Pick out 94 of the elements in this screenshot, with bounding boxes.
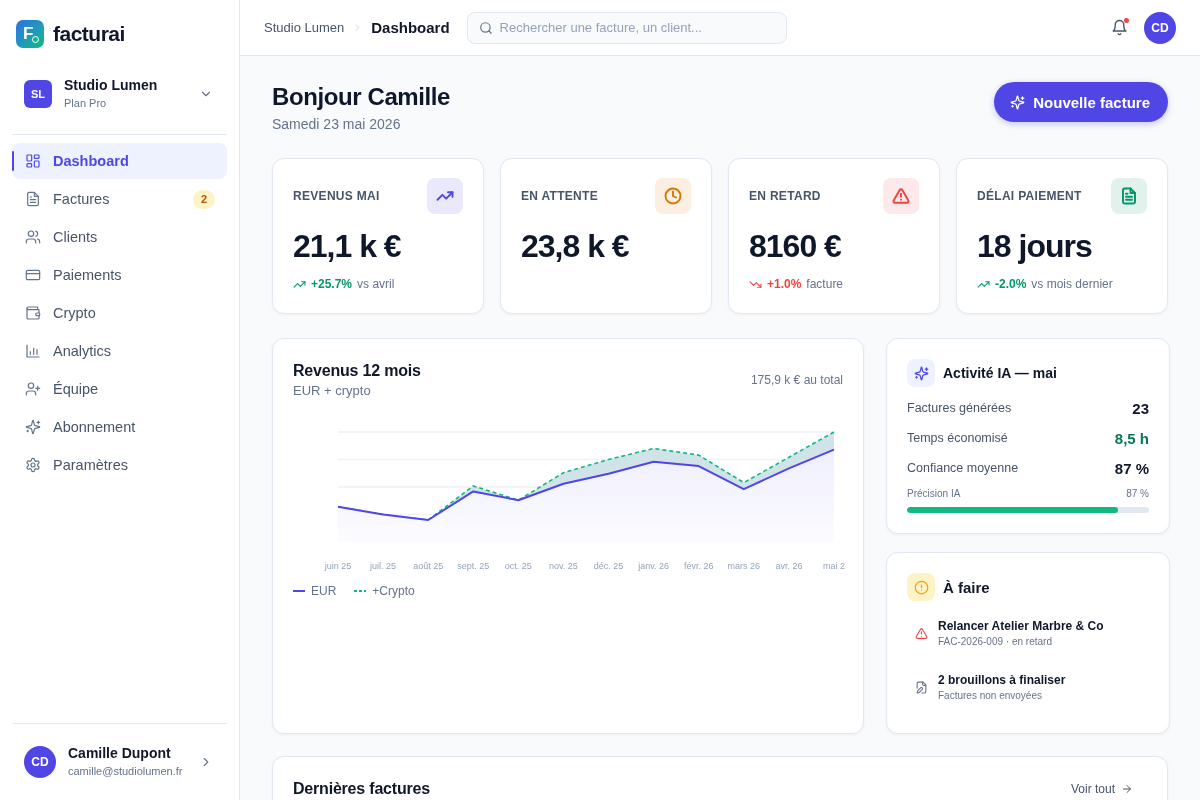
nav-item[interactable]: Factures 2 <box>12 181 227 217</box>
sparkles-icon <box>907 359 935 387</box>
trend-up-icon <box>427 178 463 214</box>
progress-reading: 87 % <box>1126 488 1149 500</box>
axis-label: mars 26 <box>727 561 761 571</box>
task-title: 2 brouillons à finaliser <box>938 673 1066 688</box>
greeting-title: Bonjour Camille <box>272 82 451 112</box>
card-title: À faire <box>943 578 990 596</box>
legend-label: +Crypto <box>372 584 415 598</box>
axis-label: sept. 25 <box>457 561 490 571</box>
brand-name: facturai <box>53 22 125 46</box>
date-label: Samedi 23 mai 2026 <box>272 115 402 133</box>
axis-label: mai 2 <box>823 561 845 571</box>
sparkles-icon <box>1010 94 1026 110</box>
nav-item[interactable]: Dashboard <box>12 143 227 179</box>
arrow-right-icon <box>1121 783 1133 795</box>
kpi-value: 21,1 k € <box>293 227 402 265</box>
kpi-value: 8160 € <box>749 227 842 265</box>
stat-value: 23 <box>1132 399 1149 417</box>
nav-item[interactable]: Paiements <box>12 257 227 293</box>
settings-icon <box>25 457 41 473</box>
wallet-icon <box>25 305 41 321</box>
dashed-line-swatch-icon <box>354 589 367 593</box>
axis-label: oct. 25 <box>504 561 532 571</box>
user-avatar: CD <box>24 745 56 778</box>
nav-item[interactable]: Abonnement <box>12 409 227 445</box>
file-edit-icon <box>915 681 928 694</box>
stat-label: Temps économisé <box>907 431 1008 445</box>
delta-caption: facture <box>806 276 844 292</box>
chart-subtitle: EUR + crypto <box>293 383 372 399</box>
see-all-link[interactable]: Voir tout <box>1070 779 1133 799</box>
delta-value: -2.0% <box>995 276 1027 292</box>
axis-label: juin 25 <box>324 561 352 571</box>
chart-title: Revenus 12 mois <box>293 361 421 381</box>
stat-value: 87 % <box>1114 459 1149 477</box>
nav-item[interactable]: Crypto <box>12 295 227 331</box>
clock-icon <box>655 178 691 214</box>
kpi-value: 18 jours <box>977 227 1093 265</box>
bell-icon[interactable] <box>1111 19 1128 36</box>
nav-item[interactable]: Équipe <box>12 371 227 407</box>
line-swatch-icon <box>293 589 305 593</box>
credit-card-icon <box>25 267 41 283</box>
dashboard-grid-icon <box>25 153 41 169</box>
warning-icon <box>883 178 919 214</box>
kpi-value: 23,8 k € <box>521 227 630 265</box>
axis-label: août 25 <box>413 561 444 571</box>
sparkles-icon <box>25 419 41 435</box>
progress-label: Précision IA <box>907 488 961 500</box>
axis-label: janv. 26 <box>638 561 670 571</box>
card-title: Dernières factures <box>293 779 430 799</box>
workspace-avatar: SL <box>24 79 52 108</box>
user-avatar[interactable]: CD <box>1144 11 1176 44</box>
card-title: Activité IA — mai <box>943 365 1057 381</box>
delta-caption: vs mois dernier <box>1031 276 1113 292</box>
kpi-label: EN RETARD <box>749 189 821 203</box>
users-icon <box>25 229 41 245</box>
kpi-label: DÉLAI PAIEMENT <box>977 189 1082 203</box>
plan-label: Plan Pro <box>64 96 108 110</box>
axis-label: févr. 26 <box>683 561 714 571</box>
new-invoice-button[interactable]: Nouvelle facture <box>994 82 1168 122</box>
breadcrumb-link[interactable]: Studio Lumen <box>264 20 345 35</box>
nav-item[interactable]: Clients <box>12 219 227 255</box>
kpi-label: EN ATTENTE <box>521 189 598 203</box>
delta-caption: vs avril <box>357 276 395 292</box>
workspace-name: Studio Lumen <box>64 77 158 94</box>
search-field[interactable]: Rechercher une facture, un client... <box>466 11 787 44</box>
legend-label: EUR <box>311 584 337 598</box>
document-icon <box>1111 178 1147 214</box>
delta-value: +1.0% <box>767 276 802 292</box>
axis-label: avr. 26 <box>775 561 803 571</box>
axis-label: juil. 25 <box>370 561 397 571</box>
document-icon <box>25 191 41 207</box>
stat-value: 8,5 h <box>1114 429 1149 447</box>
app-logo: F <box>16 20 44 48</box>
bar-chart-icon <box>25 343 41 359</box>
kpi-label: REVENUS MAI <box>293 189 380 203</box>
task-title: Relancer Atelier Marbre & Co <box>938 619 1104 634</box>
axis-label: nov. 25 <box>549 561 578 571</box>
warning-icon <box>915 627 928 640</box>
nav-item[interactable]: Paramètres <box>12 447 227 483</box>
stat-label: Factures générées <box>907 401 1012 415</box>
user-email: camille@studiolumen.fr <box>68 764 183 778</box>
nav-item[interactable]: Analytics <box>12 333 227 369</box>
total-label: 175,9 k € au total <box>750 373 843 387</box>
user-name: Camille Dupont <box>68 745 172 762</box>
user-plus-icon <box>25 381 41 397</box>
search-icon <box>478 20 493 35</box>
page-title: Dashboard <box>371 19 450 36</box>
count-badge: 2 <box>193 189 215 209</box>
axis-label: déc. 25 <box>593 561 624 571</box>
task-subtitle: Factures non envoyées <box>938 690 1043 702</box>
stat-label: Confiance moyenne <box>907 461 1019 475</box>
task-subtitle: FAC-2026-009 · en retard <box>938 636 1053 648</box>
delta-value: +25.7% <box>311 276 353 292</box>
